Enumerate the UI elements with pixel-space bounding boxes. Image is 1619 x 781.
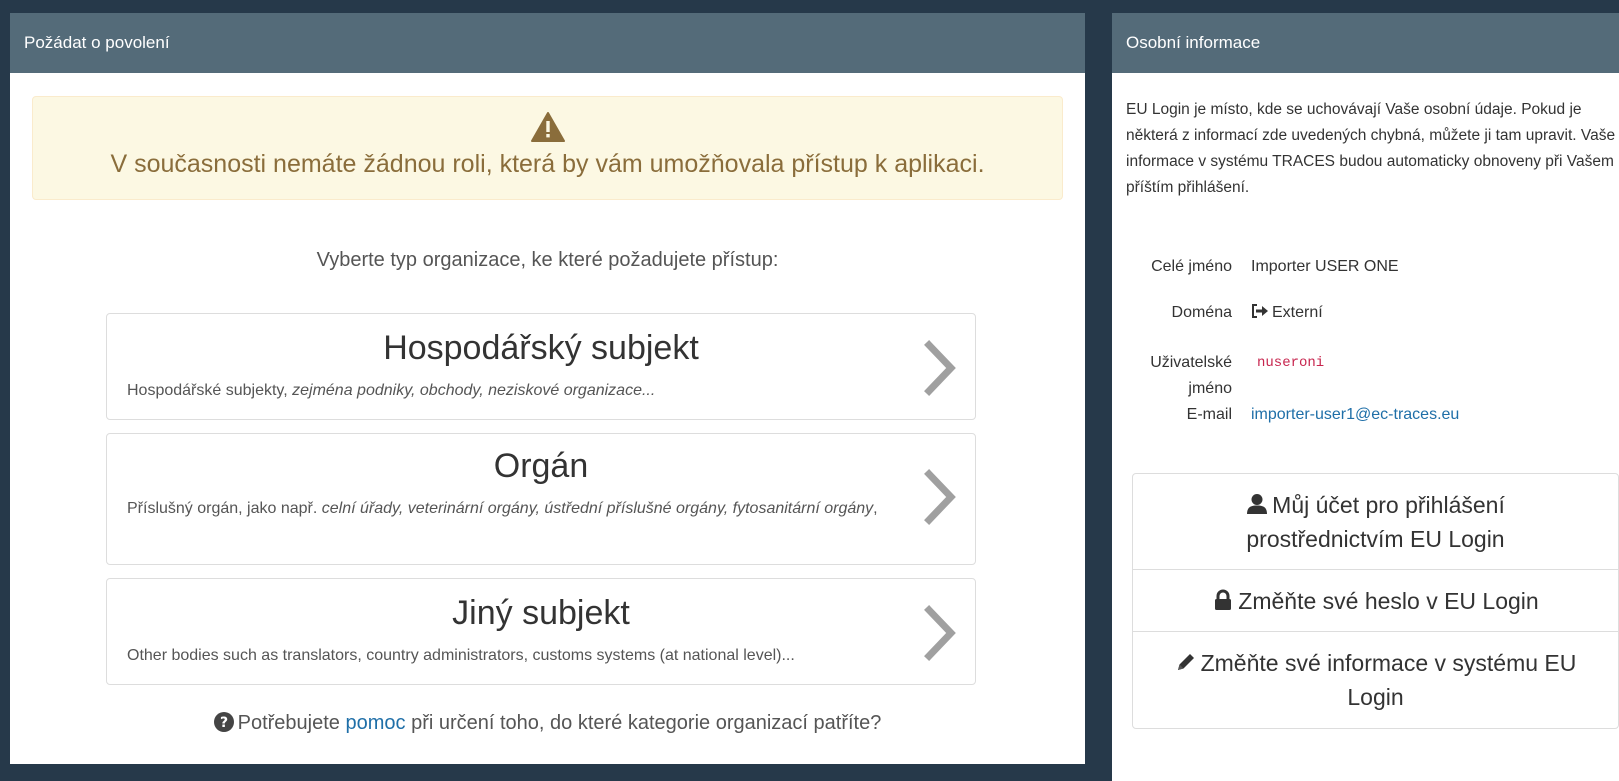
email-label: E-mail [1186, 406, 1232, 423]
alert-message: V současnosti nemáte žádnou roli, která … [110, 150, 985, 178]
my-eu-login-account-button[interactable]: Můj účet pro přihlášení prostřednictvím E… [1133, 474, 1618, 570]
personal-info-panel: Osobní informace EU Login je místo, kde … [1112, 13, 1619, 781]
domain-value: Externí [1251, 304, 1323, 322]
user-icon [1247, 494, 1268, 514]
change-password-button[interactable]: Změňte své heslo v EU Login [1133, 570, 1618, 632]
chevron-right-icon [924, 469, 956, 525]
change-info-button[interactable]: Změňte své informace v systému EU Login [1133, 632, 1618, 728]
card-description: Other bodies such as translators, countr… [127, 647, 795, 664]
lock-icon [1215, 589, 1232, 610]
chevron-right-icon [924, 605, 956, 661]
chevron-right-icon [924, 340, 956, 396]
pencil-icon [1177, 654, 1194, 670]
user-info-table: Celé jméno Importer USER ONE Doména Exte… [1112, 258, 1619, 436]
username-value: nuseroni [1257, 355, 1325, 371]
card-title: Orgán [493, 447, 589, 485]
help-line: ? Potřebujete pomoc při určení toho, do … [10, 712, 1085, 735]
username-label: Uživatelské jméno [1150, 354, 1232, 397]
request-access-panel: Požádat o povolení V současnosti nemáte … [10, 13, 1085, 764]
personal-info-header: Osobní informace [1112, 13, 1619, 73]
domain-row: Doména Externí [1112, 304, 1619, 350]
question-circle-icon: ? [213, 712, 234, 732]
card-description: Hospodářské subjekty, zejména podniky, o… [127, 382, 656, 399]
card-title: Hospodářský subjekt [383, 329, 699, 367]
warning-triangle-icon [530, 112, 565, 142]
org-card-economic-operator[interactable]: Hospodářský subjekt Hospodářské subjekty… [106, 313, 976, 420]
full-name-value: Importer USER ONE [1251, 258, 1399, 275]
full-name-label: Celé jméno [1151, 258, 1232, 275]
card-title: Jiný subjekt [452, 594, 630, 632]
org-card-authority[interactable]: Orgán Příslušný orgán, jako např. celní … [106, 433, 976, 565]
card-description: Příslušný orgán, jako např. celní úřady,… [127, 500, 878, 517]
help-link[interactable]: pomoc [345, 712, 405, 734]
domain-label: Doména [1171, 304, 1232, 321]
eu-login-actions: Můj účet pro přihlášení prostřednictvím E… [1132, 473, 1619, 729]
full-name-row: Celé jméno Importer USER ONE [1112, 258, 1619, 304]
no-role-alert: V současnosti nemáte žádnou roli, která … [32, 96, 1063, 200]
email-row: E-mail importer-user1@ec-traces.eu [1112, 406, 1619, 436]
org-card-other-body[interactable]: Jiný subjekt Other bodies such as transl… [106, 578, 976, 685]
org-type-prompt: Vyberte typ organizace, ke které požaduj… [316, 249, 779, 271]
sign-in-icon [1252, 304, 1268, 318]
svg-text:?: ? [220, 715, 228, 731]
email-link[interactable]: importer-user1@ec-traces.eu [1251, 406, 1459, 424]
username-row: Uživatelské jméno nuseroni [1112, 350, 1619, 406]
request-access-header: Požádat o povolení [10, 13, 1085, 73]
eu-login-intro: EU Login je místo, kde se uchovávají Vaš… [1126, 101, 1616, 196]
